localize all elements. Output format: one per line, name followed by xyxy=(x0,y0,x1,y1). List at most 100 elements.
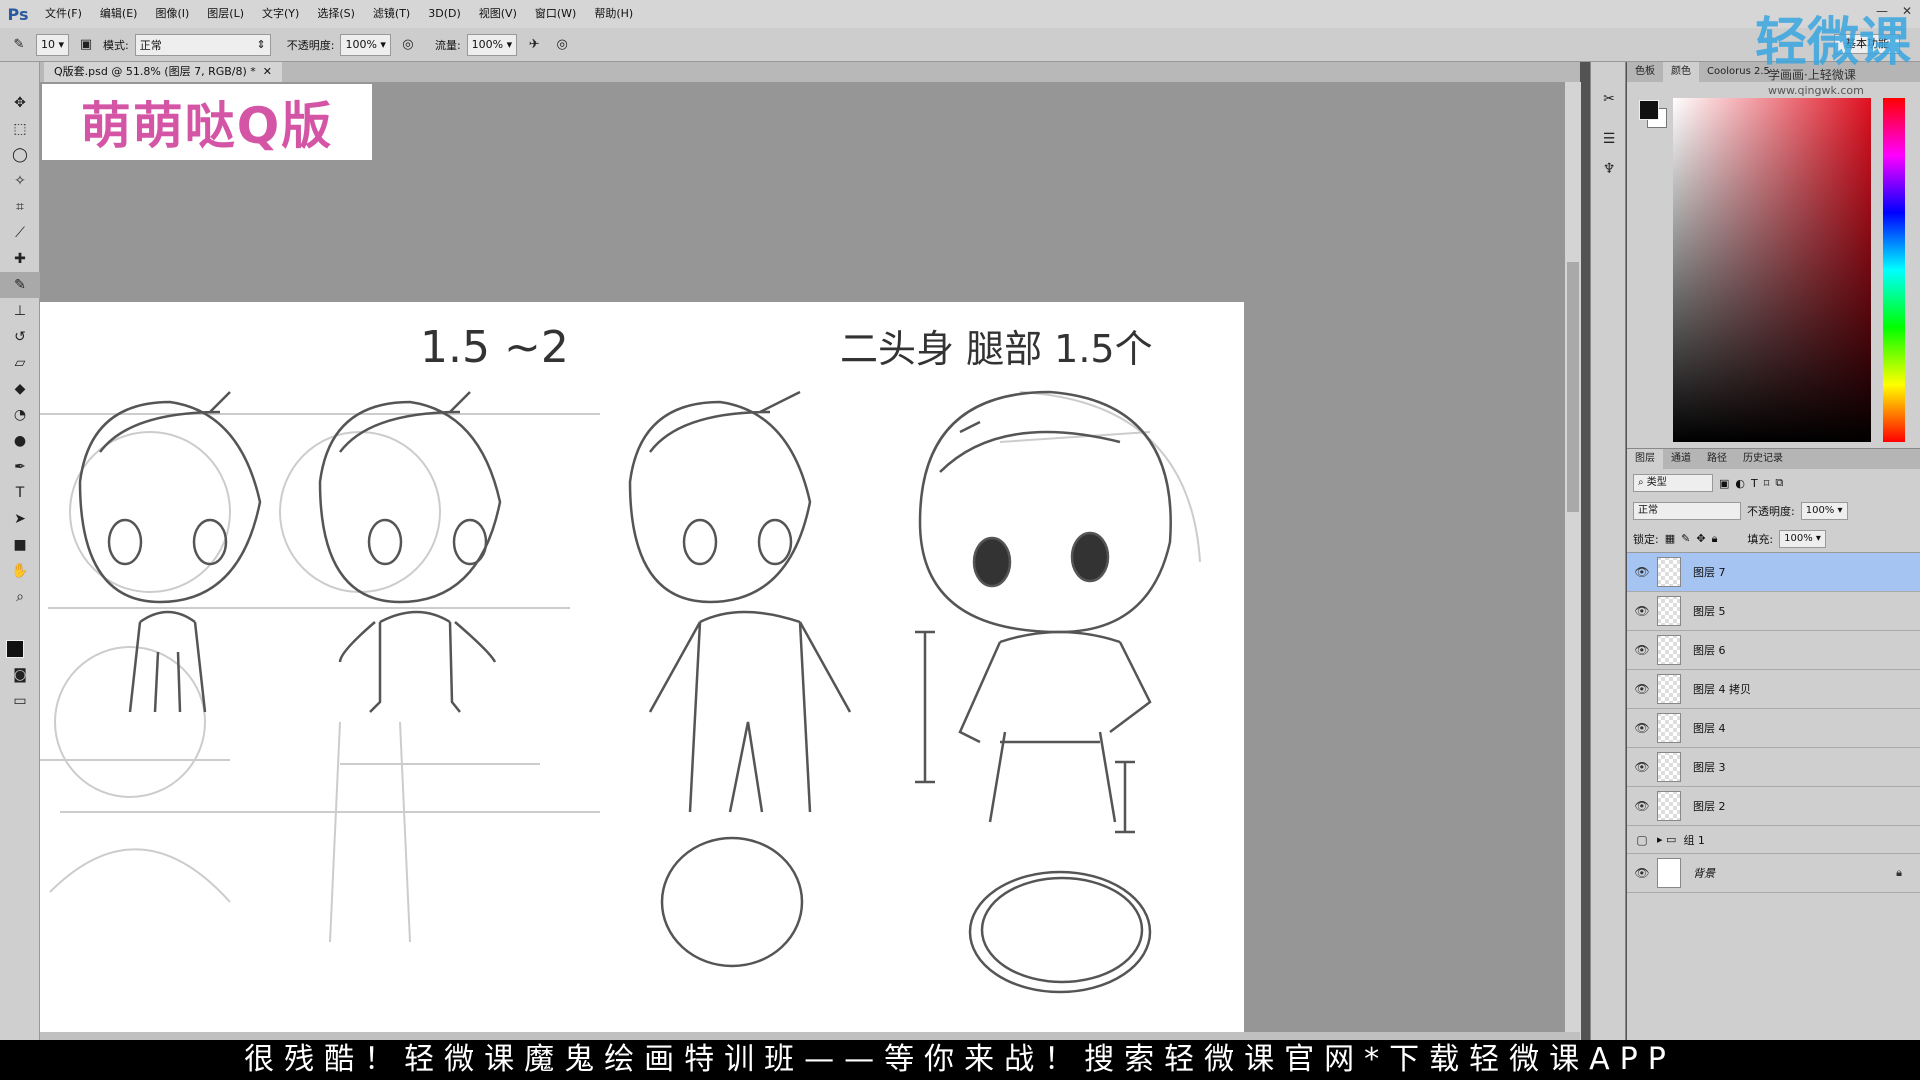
lock-pixels-icon[interactable]: ✎ xyxy=(1681,532,1690,545)
fill-field[interactable]: 100% ▾ xyxy=(1779,529,1826,548)
layer-row[interactable]: 👁︎ 图层 5 xyxy=(1627,592,1920,631)
filter-pixel-icon[interactable]: ▣ xyxy=(1719,477,1729,490)
layer-row[interactable]: 👁︎ 图层 7 xyxy=(1627,553,1920,592)
filter-adjustment-icon[interactable]: ◐ xyxy=(1735,477,1745,490)
eye-icon[interactable]: 👁︎ xyxy=(1627,866,1657,880)
layer-row[interactable]: 👁︎ 图层 3 xyxy=(1627,748,1920,787)
menu-select[interactable]: 选择(S) xyxy=(308,0,364,28)
layer-row[interactable]: 👁︎ 图层 4 xyxy=(1627,709,1920,748)
foreground-color-swatch[interactable] xyxy=(6,640,24,658)
vertical-scrollbar[interactable] xyxy=(1565,82,1581,1040)
zoom-tool-icon[interactable]: ⌕ xyxy=(0,584,40,610)
layer-opacity-label: 不透明度: xyxy=(1747,505,1795,518)
menu-image[interactable]: 图像(I) xyxy=(146,0,198,28)
menu-window[interactable]: 窗口(W) xyxy=(526,0,585,28)
close-icon[interactable]: ✕ xyxy=(263,65,272,78)
menu-filter[interactable]: 滤镜(T) xyxy=(364,0,419,28)
menu-file[interactable]: 文件(F) xyxy=(36,0,91,28)
shape-tool-icon[interactable]: ■ xyxy=(0,532,40,558)
quick-select-tool-icon[interactable]: ✧ xyxy=(0,168,40,194)
document-tab[interactable]: Q版套.psd @ 51.8% (图层 7, RGB/8) * ✕ xyxy=(44,62,282,82)
foreground-color-swatch[interactable] xyxy=(1639,100,1659,120)
pressure-opacity-icon[interactable]: ◎ xyxy=(397,34,419,56)
menu-edit[interactable]: 编辑(E) xyxy=(91,0,147,28)
scrollbar-thumb[interactable] xyxy=(1567,262,1579,512)
hue-slider[interactable] xyxy=(1883,98,1905,442)
path-select-tool-icon[interactable]: ➤ xyxy=(0,506,40,532)
document-canvas[interactable]: 1.5 ~2 二头身 腿部 1.5个 xyxy=(40,302,1244,1040)
brush-tool-preset-icon[interactable]: ✎ xyxy=(8,34,30,56)
brush-panel-toggle-icon[interactable]: ▣ xyxy=(75,34,97,56)
eye-icon[interactable]: 👁︎ xyxy=(1627,643,1657,657)
lasso-tool-icon[interactable]: ◯ xyxy=(0,142,40,168)
layer-filter-select[interactable]: ⌕ 类型 xyxy=(1633,474,1713,492)
layer-thumbnail xyxy=(1657,791,1681,821)
color-picker-field[interactable] xyxy=(1673,98,1871,442)
eye-icon[interactable]: 👁︎ xyxy=(1627,682,1657,696)
layer-thumbnail xyxy=(1657,557,1681,587)
blend-mode-select[interactable]: 正常 xyxy=(1633,502,1741,520)
sketch-label-ratio: 1.5 ~2 xyxy=(420,322,569,373)
tools-panel: ✥ ⬚ ◯ ✧ ⌗ ⟋ ✚ ✎ ⊥ ↺ ▱ ◆ ◔ ● ✒ T ➤ ■ ✋ ⌕ … xyxy=(0,62,40,1040)
tab-layers[interactable]: 图层 xyxy=(1627,449,1663,469)
type-tool-icon[interactable]: T xyxy=(0,480,40,506)
background-layer-row[interactable]: 👁︎ 背景 🔒︎ xyxy=(1627,854,1920,893)
visibility-empty-box[interactable]: ▢ xyxy=(1627,833,1657,847)
layer-row[interactable]: 👁︎ 图层 4 拷贝 xyxy=(1627,670,1920,709)
layer-row[interactable]: 👁︎ 图层 6 xyxy=(1627,631,1920,670)
menu-3d[interactable]: 3D(D) xyxy=(419,0,470,28)
lock-position-icon[interactable]: ✥ xyxy=(1696,532,1705,545)
brush-panel-icon[interactable]: ✂ xyxy=(1591,84,1627,114)
menu-type[interactable]: 文字(Y) xyxy=(253,0,308,28)
pressure-size-icon[interactable]: ◎ xyxy=(551,34,573,56)
eye-icon[interactable]: 👁︎ xyxy=(1627,565,1657,579)
chevron-right-icon[interactable]: ▸ xyxy=(1657,833,1663,846)
menu-view[interactable]: 视图(V) xyxy=(470,0,526,28)
eraser-tool-icon[interactable]: ▱ xyxy=(0,350,40,376)
flow-field[interactable]: 100% ▾ xyxy=(466,33,518,56)
opacity-label: 不透明度: xyxy=(286,38,335,52)
adjustments-icon[interactable]: ☰ xyxy=(1591,124,1627,154)
marquee-tool-icon[interactable]: ⬚ xyxy=(0,116,40,142)
brand-watermark-url: www.qingwk.com xyxy=(1768,84,1864,97)
airbrush-icon[interactable]: ✈ xyxy=(523,34,545,56)
clone-stamp-tool-icon[interactable]: ⊥ xyxy=(0,298,40,324)
eye-icon[interactable]: 👁︎ xyxy=(1627,760,1657,774)
eye-icon[interactable]: 👁︎ xyxy=(1627,604,1657,618)
layer-row[interactable]: 👁︎ 图层 2 xyxy=(1627,787,1920,826)
lock-transparency-icon[interactable]: ▦ xyxy=(1665,532,1675,545)
eyedropper-tool-icon[interactable]: ⟋ xyxy=(0,220,40,246)
tab-channels[interactable]: 通道 xyxy=(1663,449,1699,469)
paint-bucket-tool-icon[interactable]: ◆ xyxy=(0,376,40,402)
filter-type-icon[interactable]: T xyxy=(1751,477,1758,490)
screen-mode-icon[interactable]: ▭ xyxy=(0,688,40,714)
quick-mask-icon[interactable]: ◙ xyxy=(0,662,40,688)
pen-tool-icon[interactable]: ✒ xyxy=(0,454,40,480)
tab-history[interactable]: 历史记录 xyxy=(1735,449,1791,469)
menu-layer[interactable]: 图层(L) xyxy=(198,0,253,28)
brush-tool-icon[interactable]: ✎ xyxy=(0,272,40,298)
mode-select[interactable]: 正常 ⇕ xyxy=(134,33,271,56)
brush-presets-icon[interactable]: ♆ xyxy=(1591,154,1627,184)
opacity-field[interactable]: 100% ▾ xyxy=(340,33,391,56)
history-brush-tool-icon[interactable]: ↺ xyxy=(0,324,40,350)
tab-color[interactable]: 颜色 xyxy=(1663,62,1699,82)
eye-icon[interactable]: 👁︎ xyxy=(1627,799,1657,813)
eye-icon[interactable]: 👁︎ xyxy=(1627,721,1657,735)
healing-brush-tool-icon[interactable]: ✚ xyxy=(0,246,40,272)
dodge-tool-icon[interactable]: ● xyxy=(0,428,40,454)
layer-opacity-field[interactable]: 100% ▾ xyxy=(1800,502,1848,520)
tab-paths[interactable]: 路径 xyxy=(1699,449,1735,469)
filter-smart-object-icon[interactable]: ⧉ xyxy=(1775,476,1783,490)
tab-swatches[interactable]: 色板 xyxy=(1627,62,1663,82)
brush-size-picker[interactable]: 10 ▾ xyxy=(36,33,70,56)
filter-shape-icon[interactable]: ⌑ xyxy=(1764,477,1770,490)
menu-bar: Ps 文件(F) 编辑(E) 图像(I) 图层(L) 文字(Y) 选择(S) 滤… xyxy=(0,0,1920,28)
menu-help[interactable]: 帮助(H) xyxy=(585,0,642,28)
hand-tool-icon[interactable]: ✋ xyxy=(0,558,40,584)
crop-tool-icon[interactable]: ⌗ xyxy=(0,194,40,220)
layer-group-row[interactable]: ▢ ▸ ▭ 组 1 xyxy=(1627,826,1920,854)
lock-all-icon[interactable]: 🔒︎ xyxy=(1712,532,1718,546)
move-tool-icon[interactable]: ✥ xyxy=(0,90,40,116)
blur-tool-icon[interactable]: ◔ xyxy=(0,402,40,428)
